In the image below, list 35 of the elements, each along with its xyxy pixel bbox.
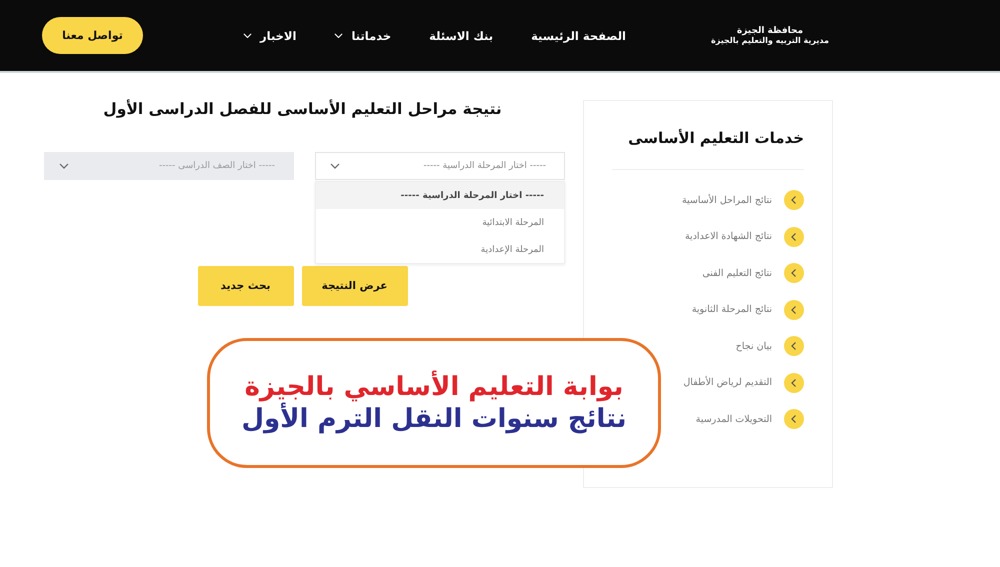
logo-subtitle: مديرية التربيه والتعليم بالجيزة <box>711 36 829 45</box>
service-link[interactable]: نتائج المرحلة الثانوية <box>692 304 772 315</box>
nav-link[interactable]: الصفحة الرئيسية <box>531 28 626 42</box>
nav-link[interactable]: بنك الاسئلة <box>429 28 494 42</box>
dropdown-option[interactable]: ----- اختار المرحلة الدراسية ----- <box>316 182 564 209</box>
chevron-left-icon <box>784 226 804 246</box>
chevron-down-icon <box>330 163 340 169</box>
banner-subheadline: نتائج سنوات النقل الترم الأول <box>241 404 627 434</box>
page-title: نتيجة مراحل التعليم الأساسى للفصل الدراسى الأول <box>103 100 502 118</box>
chevron-left-icon <box>784 409 804 429</box>
service-link[interactable]: التحويلات المدرسية <box>696 414 772 424</box>
dropdown-option[interactable]: المرحلة الإعدادية <box>316 236 564 263</box>
chevron-down-icon <box>59 163 69 169</box>
nav-menu[interactable]: الاخبار <box>243 28 296 42</box>
chevron-left-icon <box>784 190 804 210</box>
nav-menu[interactable]: خدماتنا <box>334 28 392 42</box>
chevron-left-icon <box>784 263 804 283</box>
service-link[interactable]: نتائج المراحل الأساسية <box>682 194 772 206</box>
banner-headline: بوابة التعليم الأساسي بالجيزة <box>244 372 624 402</box>
logo-title: محافظة الجيزة <box>736 26 804 36</box>
dropdown-option[interactable]: المرحلة الابتدائية <box>316 209 564 236</box>
service-link[interactable]: نتائج التعليم الفنى <box>702 268 772 278</box>
card-title: خدمات التعليم الأساسى <box>612 129 804 170</box>
service-link[interactable]: نتائج الشهادة الاعدادية <box>684 231 772 242</box>
service-link[interactable]: التقديم لرياض الأطفال <box>683 377 772 388</box>
chevron-down-icon <box>334 32 344 38</box>
new-search-button[interactable]: بحث جديد <box>198 266 294 306</box>
chevron-left-icon <box>784 372 804 392</box>
service-link[interactable]: بيان نجاح <box>736 340 772 352</box>
chevron-down-icon <box>243 32 252 38</box>
chevron-left-icon <box>784 300 804 320</box>
chevron-left-icon <box>784 336 804 356</box>
contact-button[interactable]: تواصل معنا <box>42 17 143 54</box>
select-field[interactable]: ----- اختار المرحلة الدراسية ----- <box>315 152 565 180</box>
show-result-button[interactable]: عرض النتيجة <box>302 266 408 306</box>
